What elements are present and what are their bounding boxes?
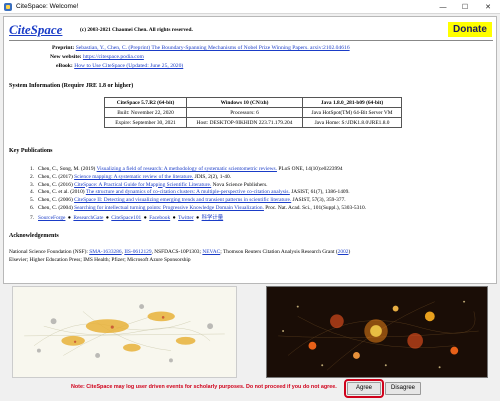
- grant-2002-link[interactable]: 2002: [338, 249, 349, 255]
- ack-text: , NSFDACS-10P1303;: [151, 249, 203, 255]
- list-number: 6.: [30, 204, 35, 211]
- list-number: 4.: [30, 189, 35, 196]
- list-item: 1. Chen, C., Song, M. (2019) Visualizing …: [30, 166, 366, 174]
- bullet-separator: ●: [104, 215, 111, 221]
- iis-grant-link[interactable]: IIS-0612129: [124, 249, 151, 255]
- pub-link[interactable]: CiteSpace: A Practical Guide for Mapping…: [74, 182, 211, 188]
- nevac-link[interactable]: NEVAC: [202, 249, 220, 255]
- website-line: New website: https://citespace.podia.com: [50, 54, 144, 60]
- agree-button[interactable]: Agree: [344, 379, 384, 398]
- pub-source: JDIS, 2(2), 1-40.: [193, 173, 231, 180]
- researchgate-link[interactable]: ResearchGate: [73, 215, 103, 221]
- table-cell: Host: DESKTOP-9IKHIDN 223.71.179.204: [186, 117, 303, 128]
- list-item: 5. Chen, C. (2006) CiteSpace II: Detectin…: [30, 197, 366, 205]
- pub-authors: Chen, C., Song, M. (2019): [38, 166, 97, 172]
- citespace-app-icon: [4, 2, 12, 11]
- list-number: 7.: [30, 215, 35, 221]
- system-info-table: CiteSpace 5.7.R2 (64-bit) Windows 10 (CN…: [104, 97, 402, 128]
- bullet-separator: ●: [194, 215, 201, 221]
- external-links-row: 7. SourceForge ● ResearchGate ● CiteSpace…: [30, 213, 223, 221]
- close-button[interactable]: ✕: [476, 0, 500, 14]
- citespace-brand-link[interactable]: CiteSpace: [9, 22, 62, 38]
- table-header-cell: CiteSpace 5.7.R2 (64-bit): [104, 97, 187, 108]
- ebook-link[interactable]: How to Use CiteSpace (Updated: June 25, …: [74, 63, 183, 69]
- table-cell: Java Home: S:\JDK1.8.0\JRE1.8.0: [302, 117, 402, 128]
- pub-source: JASIST, 61(7), 1386-1409.: [289, 189, 350, 196]
- acknowledgements-title: Acknowledgements: [9, 233, 59, 239]
- pub-link[interactable]: Searching for intellectual turning point…: [74, 205, 264, 211]
- sourceforge-link[interactable]: SourceForge: [38, 215, 65, 221]
- ack-text: National Science Foundation (NSF):: [9, 249, 90, 255]
- title-bar: CiteSpace: Welcome! — ☐ ✕: [0, 0, 500, 14]
- preprint-label: Preprint:: [52, 45, 75, 51]
- pub-authors: Chen, C. (2016): [38, 181, 75, 188]
- publications-title: Key Publications: [9, 148, 53, 154]
- table-header-cell: Windows 10 (CN/zh): [186, 97, 303, 108]
- list-number: 3.: [30, 181, 35, 188]
- table-cell: Expire: September 30, 2021: [104, 117, 187, 128]
- preprint-link[interactable]: Sebastian, Y., Chen, C. (Preprint) The B…: [76, 45, 350, 51]
- pub-source: Proc. Nat. Acad. Sci., 101(Suppl.), 5303…: [263, 204, 367, 211]
- window-controls: — ☐ ✕: [432, 0, 500, 14]
- minimize-button[interactable]: —: [432, 0, 454, 14]
- pub-authors: Chen, C. (2004): [38, 204, 75, 211]
- table-cell: Built: November 22, 2020: [104, 107, 187, 118]
- facebook-link[interactable]: Facebook: [149, 215, 170, 221]
- pub-authors: Chen, C. et al. (2010): [38, 189, 86, 196]
- acknowledgements-line-2: Elsevier; Higher Education Press; IMS He…: [9, 257, 191, 263]
- table-header-cell: Java 1.8.0_281-b09 (64-bit): [302, 97, 402, 108]
- kexuejiliang-link[interactable]: 科学计量: [202, 215, 224, 221]
- list-number: 2.: [30, 173, 35, 180]
- ebook-label: eBook:: [56, 63, 73, 69]
- twitter-link[interactable]: Twitter: [178, 215, 194, 221]
- pub-authors: Chen, C. (2017): [38, 173, 75, 180]
- welcome-content: CiteSpace (c) 2003-2021 Chaomei Chen. Al…: [3, 16, 497, 284]
- table-row: Expire: September 30, 2021 Host: DESKTOP…: [104, 117, 402, 128]
- acknowledgements-line-1: National Science Foundation (NSF): SMA-1…: [9, 249, 350, 255]
- header-divider: [9, 40, 493, 41]
- citespace101-link[interactable]: CiteSpace101: [111, 215, 141, 221]
- website-label: New website:: [50, 54, 82, 60]
- pub-source: Nova Science Publishers.: [211, 181, 268, 188]
- maximize-button[interactable]: ☐: [454, 0, 476, 14]
- bullet-separator: ●: [142, 215, 149, 221]
- list-number: 1.: [30, 166, 35, 172]
- pub-source: JASIST, 57(3), 359-377.: [291, 197, 346, 204]
- donate-button[interactable]: Donate: [448, 22, 492, 37]
- system-info-title: System Information (Require JRE 1.8 or h…: [9, 83, 134, 89]
- ebook-line: eBook: How to Use CiteSpace (Updated: Ju…: [56, 63, 183, 69]
- pub-source: PLoS ONE, 14(10):e0223994: [276, 166, 343, 172]
- disagree-button[interactable]: Disagree: [385, 382, 421, 395]
- pub-link[interactable]: Visualizing a field of research: A metho…: [97, 166, 277, 172]
- network-visualization-light: [12, 286, 237, 378]
- list-item: 2. Chen, C. (2017) Science mapping: A sys…: [30, 174, 366, 182]
- preprint-line: Preprint: Sebastian, Y., Chen, C. (Prepr…: [52, 45, 350, 51]
- table-cell: Java HotSpot(TM) 64-Bit Server VM: [302, 107, 402, 118]
- pub-link[interactable]: CiteSpace II: Detecting and visualizing …: [74, 197, 291, 203]
- pub-link[interactable]: The structure and dynamics of co-citatio…: [86, 189, 290, 195]
- ack-text: ; Thomson Reuters Citation Analysis Rese…: [220, 249, 338, 255]
- ack-text: ): [348, 249, 351, 255]
- bullet-separator: ●: [66, 215, 73, 221]
- publications-list: 1. Chen, C., Song, M. (2019) Visualizing …: [30, 166, 366, 213]
- window-title: CiteSpace: Welcome!: [16, 3, 79, 10]
- table-row: Built: November 22, 2020 Processors: 6 J…: [104, 107, 402, 118]
- network-visualization-dark: [266, 286, 488, 378]
- list-number: 5.: [30, 197, 35, 204]
- website-link[interactable]: https://citespace.podia.com: [83, 54, 144, 60]
- pub-authors: Chen, C. (2006): [38, 197, 75, 204]
- table-header-row: CiteSpace 5.7.R2 (64-bit) Windows 10 (CN…: [104, 97, 402, 108]
- copyright-text: (c) 2003-2021 Chaomei Chen. All rights r…: [80, 27, 193, 33]
- sma-grant-link[interactable]: SMA-1633286: [89, 249, 121, 255]
- pub-link[interactable]: Science mapping: A systematic review of …: [74, 174, 193, 180]
- bullet-separator: ●: [171, 215, 178, 221]
- data-logging-notice: Note: CiteSpace may log user driven even…: [71, 384, 337, 390]
- table-cell: Processors: 6: [186, 107, 303, 118]
- list-item: 6. Chen, C. (2004) Searching for intellec…: [30, 205, 366, 213]
